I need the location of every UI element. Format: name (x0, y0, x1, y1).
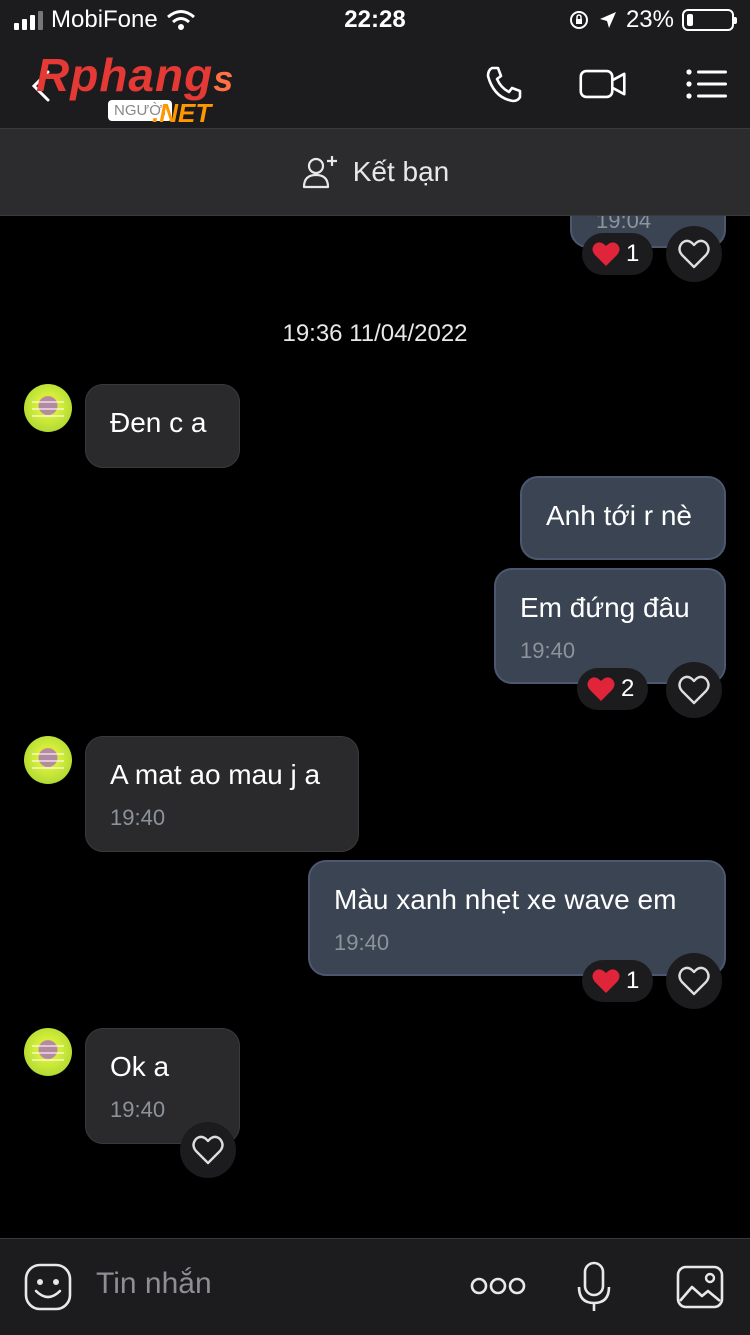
rotation-lock-icon (569, 11, 588, 29)
message-input[interactable]: Tin nhắn (96, 1267, 212, 1301)
message-text: Đen c a (110, 407, 207, 438)
message-bubble[interactable]: Màu xanh nhẹt xe wave em 19:40 (308, 860, 726, 976)
message-bubble[interactable]: Đen c a (85, 384, 240, 468)
video-call-icon[interactable] (578, 64, 628, 104)
message-time: 19:40 (110, 1097, 166, 1122)
avatar[interactable] (24, 736, 72, 784)
message-text: Em đứng đâu (520, 592, 690, 623)
emoji-icon[interactable] (24, 1263, 72, 1311)
red-heart-icon (587, 677, 615, 701)
battery-percent: 23% (625, 6, 674, 33)
phone-icon[interactable] (480, 64, 530, 104)
message-text: Ok a (110, 1051, 170, 1082)
location-icon (599, 12, 616, 28)
add-friend-button[interactable]: Kết bạn (0, 129, 750, 216)
heart-outline-icon (192, 1135, 224, 1165)
message-time: 19:40 (110, 805, 166, 830)
image-icon[interactable] (676, 1265, 724, 1309)
like-button[interactable] (666, 662, 722, 718)
watermark-logo: Rphangs NGƯỜI .NET (36, 49, 235, 128)
like-button[interactable] (666, 226, 722, 282)
message-text: Anh tới r nè (546, 500, 692, 531)
status-bar: MobiFone 22:28 23% (0, 0, 750, 40)
chat-area[interactable]: 19:04 1 19:36 11/04/2022 Đen c a Anh tới… (0, 216, 750, 1238)
battery-icon (682, 9, 737, 31)
menu-icon[interactable] (682, 64, 732, 104)
reaction-badge[interactable]: 1 (582, 233, 654, 275)
more-icon[interactable] (470, 1275, 526, 1297)
like-button[interactable] (180, 1122, 236, 1178)
red-heart-icon (592, 969, 620, 993)
date-separator: 19:36 11/04/2022 (282, 320, 468, 347)
message-bubble[interactable]: Anh tới r nè (520, 476, 726, 560)
avatar[interactable] (24, 1028, 72, 1076)
message-composer: Tin nhắn (0, 1238, 750, 1335)
like-button[interactable] (666, 953, 722, 1009)
add-person-icon (302, 156, 337, 189)
message-bubble[interactable]: A mat ao mau j a 19:40 (85, 736, 359, 852)
message-text: A mat ao mau j a (110, 759, 321, 790)
heart-outline-icon (678, 239, 710, 269)
heart-outline-icon (678, 966, 710, 996)
message-text: Màu xanh nhẹt xe wave em (334, 884, 677, 915)
red-heart-icon (592, 242, 620, 266)
microphone-icon[interactable] (576, 1261, 612, 1313)
reaction-badge[interactable]: 1 (582, 960, 654, 1002)
reaction-badge[interactable]: 2 (577, 668, 649, 710)
avatar[interactable] (24, 384, 72, 432)
nav-bar: Rphangs NGƯỜI .NET (0, 40, 750, 129)
message-time: 19:40 (520, 638, 576, 663)
heart-outline-icon (678, 675, 710, 705)
message-time: 19:40 (334, 930, 390, 955)
add-friend-label: Kết bạn (352, 156, 450, 187)
